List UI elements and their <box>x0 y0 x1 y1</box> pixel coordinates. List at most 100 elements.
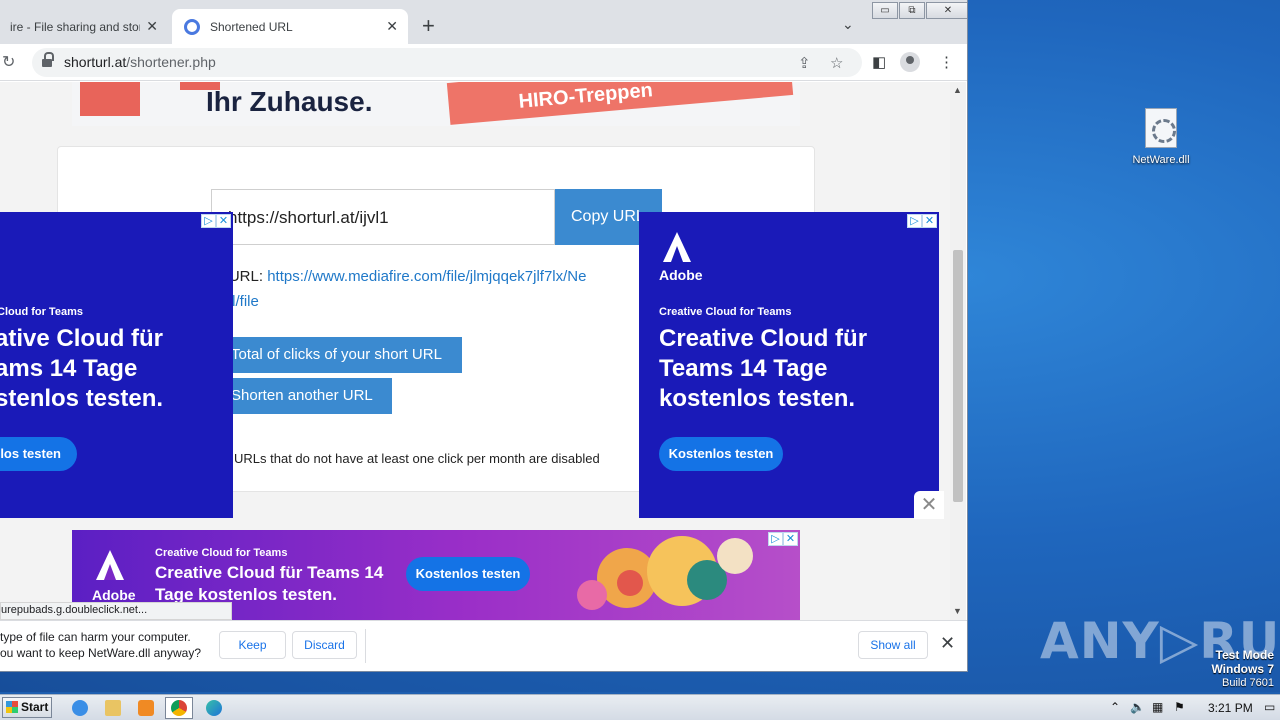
address-url[interactable]: shorturl.at/shortener.php <box>64 54 216 70</box>
long-url-link[interactable]: https://www.mediafire.com/file/jlmjqqek7… <box>267 268 586 285</box>
ad-logo <box>80 82 140 116</box>
lock-icon[interactable] <box>42 52 54 67</box>
close-window-button[interactable]: ✕ <box>926 2 967 19</box>
tab-shortened-url[interactable]: Shortened URL ✕ <box>172 9 408 44</box>
window-controls: ▭ ⧉ ✕ <box>871 2 967 20</box>
divider <box>365 629 366 663</box>
bookmark-star-icon[interactable]: ☆ <box>830 54 843 72</box>
ad-close-icon[interactable]: ✕ <box>783 532 798 546</box>
menu-kebab-icon[interactable]: ⋮ <box>939 53 954 71</box>
ad-illustration <box>567 530 777 620</box>
download-warning-text: type of file can harm your computer. ou … <box>0 629 201 661</box>
ad-choices[interactable]: ▷ ✕ <box>907 214 937 228</box>
show-all-button[interactable]: Show all <box>858 631 928 659</box>
tab-search-chevron-icon[interactable]: ⌄ <box>842 16 854 33</box>
browser-window: ire - File sharing and storage m ✕ Short… <box>0 0 968 672</box>
address-bar[interactable]: shorturl.at/shortener.php ⇪ ☆ <box>32 48 862 77</box>
ad-banner-ribbon: HIRO-Treppen <box>446 82 794 125</box>
ad-cta-button[interactable]: Kostenlos testen <box>406 557 530 591</box>
tab-title: Shortened URL <box>210 19 293 34</box>
long-url-text: ng URL: https://www.mediafire.com/file/j… <box>208 264 648 314</box>
download-warning-bar: type of file can harm your computer. ou … <box>0 620 967 670</box>
total-clicks-button[interactable]: Total of clicks of your short URL <box>221 337 462 373</box>
tab-favicon-icon <box>184 18 200 35</box>
ad-subtitle: Creative Cloud for Teams <box>155 547 288 559</box>
ad-cta-button[interactable]: nlos testen <box>0 437 77 471</box>
url-path: /shortener.php <box>126 54 216 70</box>
tab-strip: ire - File sharing and storage m ✕ Short… <box>0 0 967 44</box>
ad-brand: Adobe <box>92 587 136 603</box>
new-tab-button[interactable]: + <box>422 14 435 38</box>
taskbar: Start ⌃ 🔈 ▦ ⚑ 3:21 PM ▭ <box>0 694 1280 720</box>
dll-file-icon <box>1145 108 1177 148</box>
clock[interactable]: 3:21 PM <box>1208 701 1253 715</box>
os-label: Windows 7 <box>1211 662 1274 676</box>
reload-icon[interactable]: ↻ <box>2 52 15 72</box>
ad-dismiss-close-icon[interactable]: ✕ <box>914 491 944 519</box>
ad-choices[interactable]: ▷ ✕ <box>201 214 231 228</box>
profile-avatar-icon[interactable] <box>900 52 920 72</box>
maximize-button[interactable]: ⧉ <box>899 2 925 19</box>
ad-banner-text: HIRO-Treppen <box>517 82 654 113</box>
action-center-flag-icon[interactable]: ⚑ <box>1174 700 1185 714</box>
edge-icon[interactable] <box>200 697 228 719</box>
tray-expand-icon[interactable]: ⌃ <box>1110 700 1120 714</box>
short-url-field[interactable]: https://shorturl.at/ijvl1 <box>211 189 555 245</box>
build-label: Build 7601 <box>1222 677 1274 689</box>
test-mode-label: Test Mode <box>1215 648 1274 662</box>
adobe-logo-icon <box>659 232 695 264</box>
download-bar-close-icon[interactable]: ✕ <box>940 633 955 654</box>
minimize-button[interactable]: ▭ <box>872 2 898 19</box>
tab-close-icon[interactable]: ✕ <box>146 18 158 35</box>
desktop-file-netware[interactable]: NetWare.dll <box>1128 108 1194 166</box>
shorten-another-button[interactable]: Shorten another URL <box>221 378 392 414</box>
network-icon[interactable]: ▦ <box>1152 700 1163 714</box>
explorer-icon[interactable] <box>99 697 127 719</box>
ad-headline: Creative Cloud für Teams 14 Tage kostenl… <box>659 325 868 412</box>
warning-line-1: type of file can harm your computer. <box>0 630 191 644</box>
adchoices-icon[interactable]: ▷ <box>907 214 922 228</box>
test-mode-notice: Test Mode Windows 7 Build 7601 <box>1211 648 1274 690</box>
ad-cta-button[interactable]: Kostenlos testen <box>659 437 783 471</box>
vertical-scrollbar[interactable]: ▲ ▼ <box>950 82 966 620</box>
ad-choices[interactable]: ▷ ✕ <box>768 532 798 546</box>
ad-subtitle: Cloud for Teams <box>0 306 83 318</box>
ad-brand: Adobe <box>659 267 703 283</box>
share-icon[interactable]: ⇪ <box>798 54 811 72</box>
adchoices-icon[interactable]: ▷ <box>768 532 783 546</box>
desktop-icon-label: NetWare.dll <box>1132 154 1190 166</box>
media-player-icon[interactable] <box>132 697 160 719</box>
status-bubble: urepubads.g.doubleclick.net... <box>0 602 232 620</box>
system-tray: ⌃ 🔈 ▦ ⚑ 3:21 PM ▭ <box>1104 698 1280 718</box>
chrome-icon[interactable] <box>165 697 193 719</box>
tab-close-icon[interactable]: ✕ <box>386 18 398 35</box>
tab-mediafire[interactable]: ire - File sharing and storage m ✕ <box>0 9 168 44</box>
page-viewport: Ihr Zuhause. HIRO-Treppen https://shortu… <box>0 82 950 620</box>
top-banner-ad[interactable]: Ihr Zuhause. HIRO-Treppen <box>72 82 800 126</box>
adchoices-icon[interactable]: ▷ <box>201 214 216 228</box>
start-button[interactable]: Start <box>2 697 52 718</box>
left-side-ad[interactable]: ▷ ✕ Cloud for Teams ative Cloud für ams … <box>0 212 233 518</box>
url-host: shorturl.at <box>64 54 127 70</box>
scroll-up-arrow-icon[interactable]: ▲ <box>953 85 962 95</box>
browser-toolbar: ↻ shorturl.at/shortener.php ⇪ ☆ ◧ ⋮ <box>0 44 967 81</box>
warning-line-2: ou want to keep NetWare.dll anyway? <box>0 646 201 660</box>
side-panel-icon[interactable]: ◧ <box>872 53 886 71</box>
ad-close-icon[interactable]: ✕ <box>216 214 231 228</box>
adobe-logo-icon <box>92 550 128 582</box>
ie-icon[interactable] <box>66 697 94 719</box>
scroll-thumb[interactable] <box>953 250 963 502</box>
disabled-urls-note: hort URLs that do not have at least one … <box>208 451 600 466</box>
discard-button[interactable]: Discard <box>292 631 357 659</box>
ad-headline: Creative Cloud für Teams 14 Tage kostenl… <box>155 563 384 604</box>
ad-close-icon[interactable]: ✕ <box>922 214 937 228</box>
scroll-down-arrow-icon[interactable]: ▼ <box>953 606 962 616</box>
right-side-ad[interactable]: ▷ ✕ Adobe Creative Cloud for Teams Creat… <box>639 212 939 518</box>
ad-headline: ative Cloud für ams 14 Tage stenlos test… <box>0 325 164 412</box>
ad-subtitle: Creative Cloud for Teams <box>659 306 792 318</box>
volume-icon[interactable]: 🔈 <box>1130 700 1145 714</box>
ad-headline: Ihr Zuhause. <box>206 86 373 117</box>
show-desktop-icon[interactable]: ▭ <box>1264 700 1275 714</box>
tab-title: ire - File sharing and storage m <box>10 19 140 34</box>
keep-button[interactable]: Keep <box>219 631 286 659</box>
